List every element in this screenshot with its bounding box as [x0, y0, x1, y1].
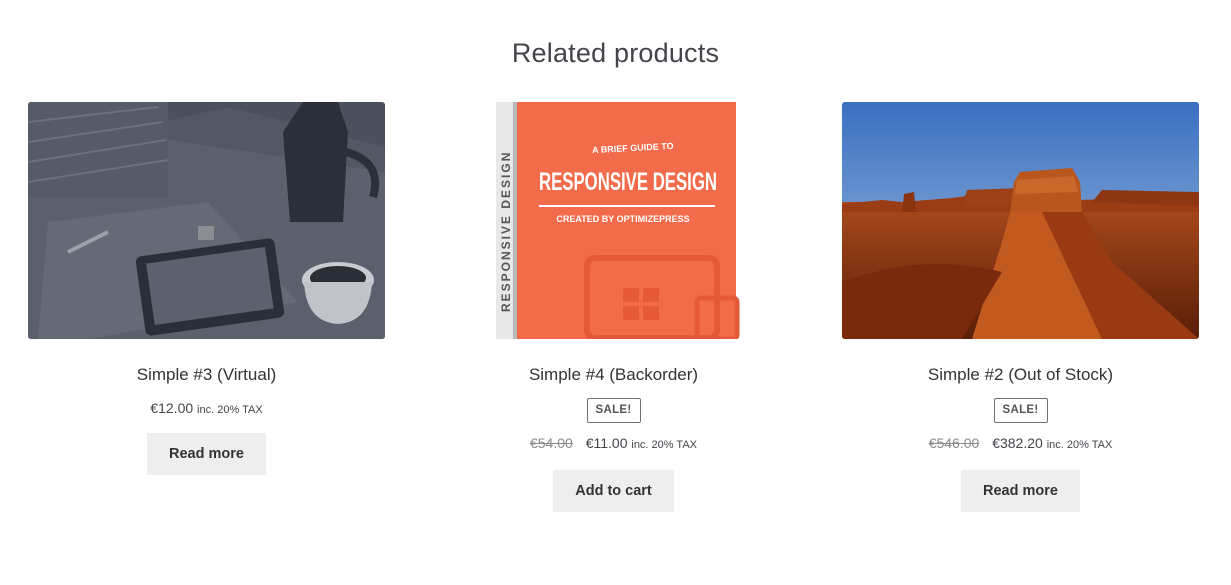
product-price: €546.00 €382.20 inc. 20% TAX	[842, 434, 1199, 454]
tax-note: inc. 20% TAX	[1046, 439, 1113, 451]
product-title[interactable]: Simple #2 (Out of Stock)	[842, 365, 1199, 385]
product-card: Simple #2 (Out of Stock) SALE! €546.00 €…	[842, 102, 1199, 512]
sale-badge: SALE!	[993, 398, 1048, 423]
product-image[interactable]	[28, 102, 385, 339]
sale-badge: SALE!	[586, 398, 641, 423]
tax-note: inc. 20% TAX	[197, 404, 263, 416]
responsive-design-book-cover-icon: RESPONSIVE DESIGN A BRIEF GUIDE TO RESPO…	[435, 102, 792, 339]
product-title[interactable]: Simple #4 (Backorder)	[435, 365, 792, 385]
product-image[interactable]	[842, 102, 1199, 339]
desert-butte-landscape-photo-icon	[842, 102, 1199, 339]
read-more-button[interactable]: Read more	[961, 470, 1080, 512]
product-price: €12.00 inc. 20% TAX	[28, 399, 385, 419]
section-title: Related products	[511, 38, 720, 68]
product-card: RESPONSIVE DESIGN A BRIEF GUIDE TO RESPO…	[435, 102, 792, 512]
current-price: €12.00	[150, 400, 194, 416]
product-title[interactable]: Simple #3 (Virtual)	[28, 365, 385, 385]
book-sub-text: CREATED BY OPTIMIZEPRESS	[556, 214, 689, 224]
current-price: €382.20	[992, 435, 1043, 451]
current-price: €11.00	[585, 435, 628, 451]
product-price: €54.00 €11.00 inc. 20% TAX	[435, 434, 792, 454]
read-more-button[interactable]: Read more	[147, 433, 266, 475]
tax-note: inc. 20% TAX	[631, 439, 697, 451]
desk-tablet-coffee-photo-icon	[28, 102, 385, 339]
old-price: €546.00	[928, 435, 980, 451]
product-image[interactable]: RESPONSIVE DESIGN A BRIEF GUIDE TO RESPO…	[435, 102, 792, 339]
book-spine-text: RESPONSIVE DESIGN	[499, 151, 513, 312]
book-main-text: RESPONSIVE DESIGN	[539, 168, 717, 196]
old-price: €54.00	[529, 435, 573, 451]
product-card: Simple #3 (Virtual) €12.00 inc. 20% TAX …	[28, 102, 385, 475]
add-to-cart-button[interactable]: Add to cart	[553, 470, 674, 512]
